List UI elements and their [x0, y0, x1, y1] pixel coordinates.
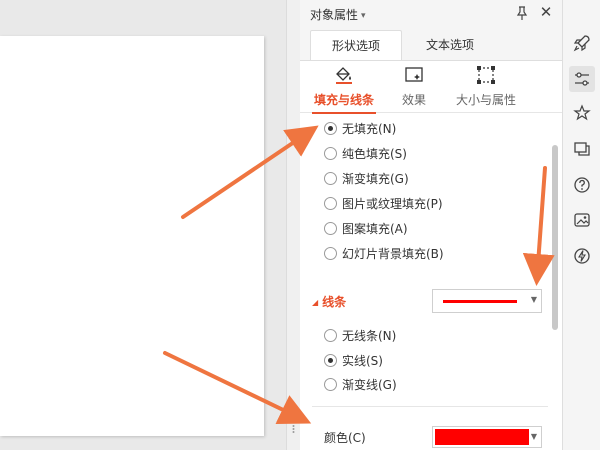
- magic-button[interactable]: [569, 100, 595, 126]
- fill-option-picture[interactable]: 图片或纹理填充(P): [324, 194, 443, 214]
- fill-option-label: 渐变填充(G): [342, 172, 409, 186]
- radio-button[interactable]: [324, 378, 337, 391]
- fill-option-label: 无填充(N): [342, 122, 397, 136]
- lightning-icon: [574, 248, 590, 264]
- fill-option-solid[interactable]: 纯色填充(S): [324, 144, 407, 164]
- slide-canvas-area: [0, 0, 286, 450]
- image-replace-icon: [574, 213, 590, 227]
- subtab-effects-label: 效果: [401, 93, 426, 107]
- line-section-title: 线条: [322, 295, 347, 309]
- line-option-none[interactable]: 无线条(N): [324, 326, 396, 346]
- line-option-label: 渐变线(G): [342, 378, 397, 392]
- lightning-button[interactable]: [569, 243, 595, 269]
- transition-icon: [574, 142, 590, 156]
- line-option-label: 实线(S): [342, 354, 383, 368]
- caret-down-icon: ▾: [361, 11, 366, 21]
- image-tool-button[interactable]: [569, 207, 595, 233]
- pane-title: 对象属性: [310, 8, 359, 22]
- help-icon: [574, 177, 590, 193]
- subtab-fill-and-line[interactable]: 填充与线条: [304, 65, 384, 114]
- pane-scrollbar[interactable]: [552, 145, 558, 330]
- radio-button[interactable]: [324, 172, 337, 185]
- subtab-effects[interactable]: 效果: [388, 65, 440, 111]
- rocket-button[interactable]: [569, 30, 595, 56]
- help-button[interactable]: [569, 172, 595, 198]
- radio-button[interactable]: [324, 329, 337, 342]
- fill-option-none[interactable]: 无填充(N): [324, 119, 396, 139]
- transition-button[interactable]: [569, 136, 595, 162]
- divider: [312, 406, 548, 407]
- radio-button[interactable]: [324, 122, 337, 135]
- pane-tabs: 形状选项 文本选项: [300, 30, 562, 60]
- subtab-size-and-properties[interactable]: 大小与属性: [446, 65, 526, 111]
- radio-button[interactable]: [324, 354, 337, 367]
- subtabs: 填充与线条 效果 大小与属性: [300, 61, 562, 114]
- line-color-dropdown[interactable]: ▼: [432, 426, 542, 448]
- chevron-down-icon: ▼: [530, 432, 537, 441]
- radio-button[interactable]: [324, 147, 337, 160]
- fill-option-slide-background[interactable]: 幻灯片背景填充(B): [324, 244, 444, 264]
- fill-option-gradient[interactable]: 渐变填充(G): [324, 169, 409, 189]
- radio-button[interactable]: [324, 197, 337, 210]
- line-option-gradient[interactable]: 渐变线(G): [324, 375, 397, 395]
- radio-button[interactable]: [324, 247, 337, 260]
- radio-button[interactable]: [324, 222, 337, 235]
- pane-title-menu[interactable]: 对象属性 ▾: [310, 6, 366, 23]
- tab-text-options[interactable]: 文本选项: [404, 30, 496, 60]
- fill-option-label: 图片或纹理填充(P): [342, 197, 443, 211]
- fill-option-label: 幻灯片背景填充(B): [342, 247, 444, 261]
- effects-icon: [405, 67, 423, 82]
- subtab-fill-and-line-label: 填充与线条: [313, 93, 374, 107]
- line-option-solid[interactable]: 实线(S): [324, 351, 383, 371]
- properties-button[interactable]: [569, 66, 595, 92]
- line-section-header[interactable]: ◢ 线条: [312, 293, 346, 310]
- line-style-dropdown[interactable]: ▼: [432, 289, 542, 313]
- collapse-triangle-icon: ◢: [312, 298, 319, 307]
- line-color-swatch: [443, 300, 517, 303]
- color-swatch: [435, 429, 529, 445]
- splitter-grip-icon: [292, 425, 295, 433]
- tab-shape-options[interactable]: 形状选项: [310, 30, 402, 60]
- pane-header: 对象属性 ▾ ✕: [300, 0, 562, 28]
- pin-icon[interactable]: [514, 5, 530, 21]
- line-color-label: 颜色(C): [324, 431, 366, 445]
- rocket-icon: [573, 35, 590, 52]
- line-option-label: 无线条(N): [342, 329, 397, 343]
- size-icon: [477, 66, 495, 84]
- object-properties-pane: 对象属性 ▾ ✕ 形状选项 文本选项 填充与线条 效果 大小与属性 无填充(N)…: [300, 0, 562, 450]
- right-sidebar: [562, 0, 600, 450]
- subtab-size-and-properties-label: 大小与属性: [455, 93, 516, 107]
- slide-page[interactable]: [0, 36, 264, 436]
- fill-option-label: 图案填充(A): [342, 222, 408, 236]
- paint-bucket-icon: [336, 67, 352, 84]
- pane-content: 填充与线条 效果 大小与属性 无填充(N) 纯色填充(S) 渐变填充(G) 图片…: [300, 60, 562, 450]
- properties-icon: [575, 72, 589, 86]
- chevron-down-icon: ▼: [530, 295, 537, 304]
- pane-splitter[interactable]: [286, 0, 300, 450]
- fill-option-label: 纯色填充(S): [342, 147, 407, 161]
- active-subtab-underline: [312, 112, 376, 114]
- close-icon[interactable]: ✕: [538, 4, 554, 20]
- fill-option-pattern[interactable]: 图案填充(A): [324, 219, 408, 239]
- magic-star-icon: [573, 104, 591, 121]
